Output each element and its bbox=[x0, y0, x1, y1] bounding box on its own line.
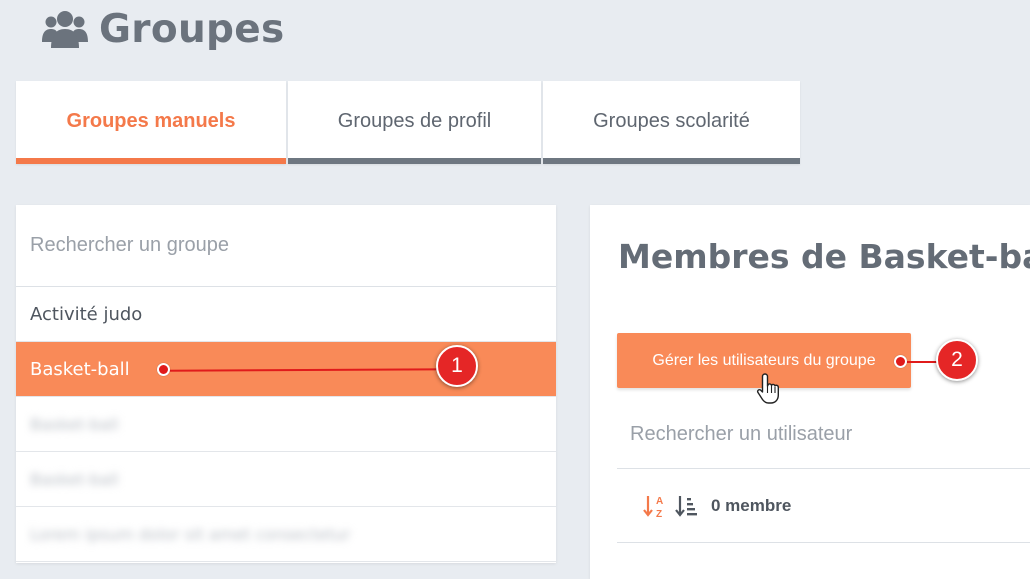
hand-cursor-icon bbox=[756, 373, 779, 404]
callout-badge-1: 1 bbox=[436, 345, 478, 387]
tab-groupes-manuels[interactable]: Groupes manuels bbox=[16, 81, 286, 164]
tab-label: Groupes manuels bbox=[66, 110, 236, 132]
user-search-box bbox=[617, 401, 1030, 469]
callout-dot bbox=[894, 355, 907, 368]
tab-label: Groupes scolarité bbox=[593, 110, 750, 132]
user-search-input[interactable] bbox=[630, 423, 1010, 446]
group-item-label: Basket-ball bbox=[30, 469, 119, 489]
page-header: Groupes bbox=[42, 4, 284, 54]
sort-list-icon[interactable] bbox=[675, 493, 699, 519]
callout-badge-2: 2 bbox=[936, 339, 978, 381]
users-icon bbox=[42, 11, 88, 48]
page-title: Groupes bbox=[99, 6, 285, 52]
group-item-label: Activité judo bbox=[30, 303, 143, 325]
group-item-activite-judo[interactable]: Activité judo bbox=[16, 287, 556, 342]
members-sort-bar: A Z 0 membre bbox=[617, 470, 1030, 543]
group-search-input[interactable] bbox=[30, 234, 530, 257]
group-item-label: Lorem ipsum dolor sit amet consectetur bbox=[30, 524, 351, 544]
tab-groupes-de-profil[interactable]: Groupes de profil bbox=[288, 81, 541, 164]
tab-label: Groupes de profil bbox=[337, 110, 492, 132]
group-item-blurred[interactable]: Basket-ball bbox=[16, 397, 556, 452]
svg-text:Z: Z bbox=[656, 509, 662, 519]
group-list-panel: Activité judo Basket-ball Basket-ball Ba… bbox=[16, 205, 556, 563]
group-item-label: Basket-ball bbox=[30, 414, 119, 434]
group-item-blurred[interactable]: Lorem ipsum dolor sit amet consectetur bbox=[16, 507, 556, 562]
group-search-box bbox=[16, 205, 556, 287]
members-title: Membres de Basket-ball bbox=[618, 237, 1030, 276]
callout-dot bbox=[157, 363, 170, 376]
group-item-blurred[interactable]: Basket-ball bbox=[16, 452, 556, 507]
sort-alpha-icon[interactable]: A Z bbox=[643, 493, 665, 519]
tab-groupes-scolarite[interactable]: Groupes scolarité bbox=[543, 81, 800, 164]
tab-bar: Groupes manuels Groupes de profil Groupe… bbox=[16, 81, 802, 164]
members-panel: Membres de Basket-ball Gérer les utilisa… bbox=[590, 205, 1030, 579]
group-item-label: Basket-ball bbox=[30, 358, 130, 380]
member-count: 0 membre bbox=[711, 496, 792, 515]
svg-text:A: A bbox=[656, 496, 663, 507]
